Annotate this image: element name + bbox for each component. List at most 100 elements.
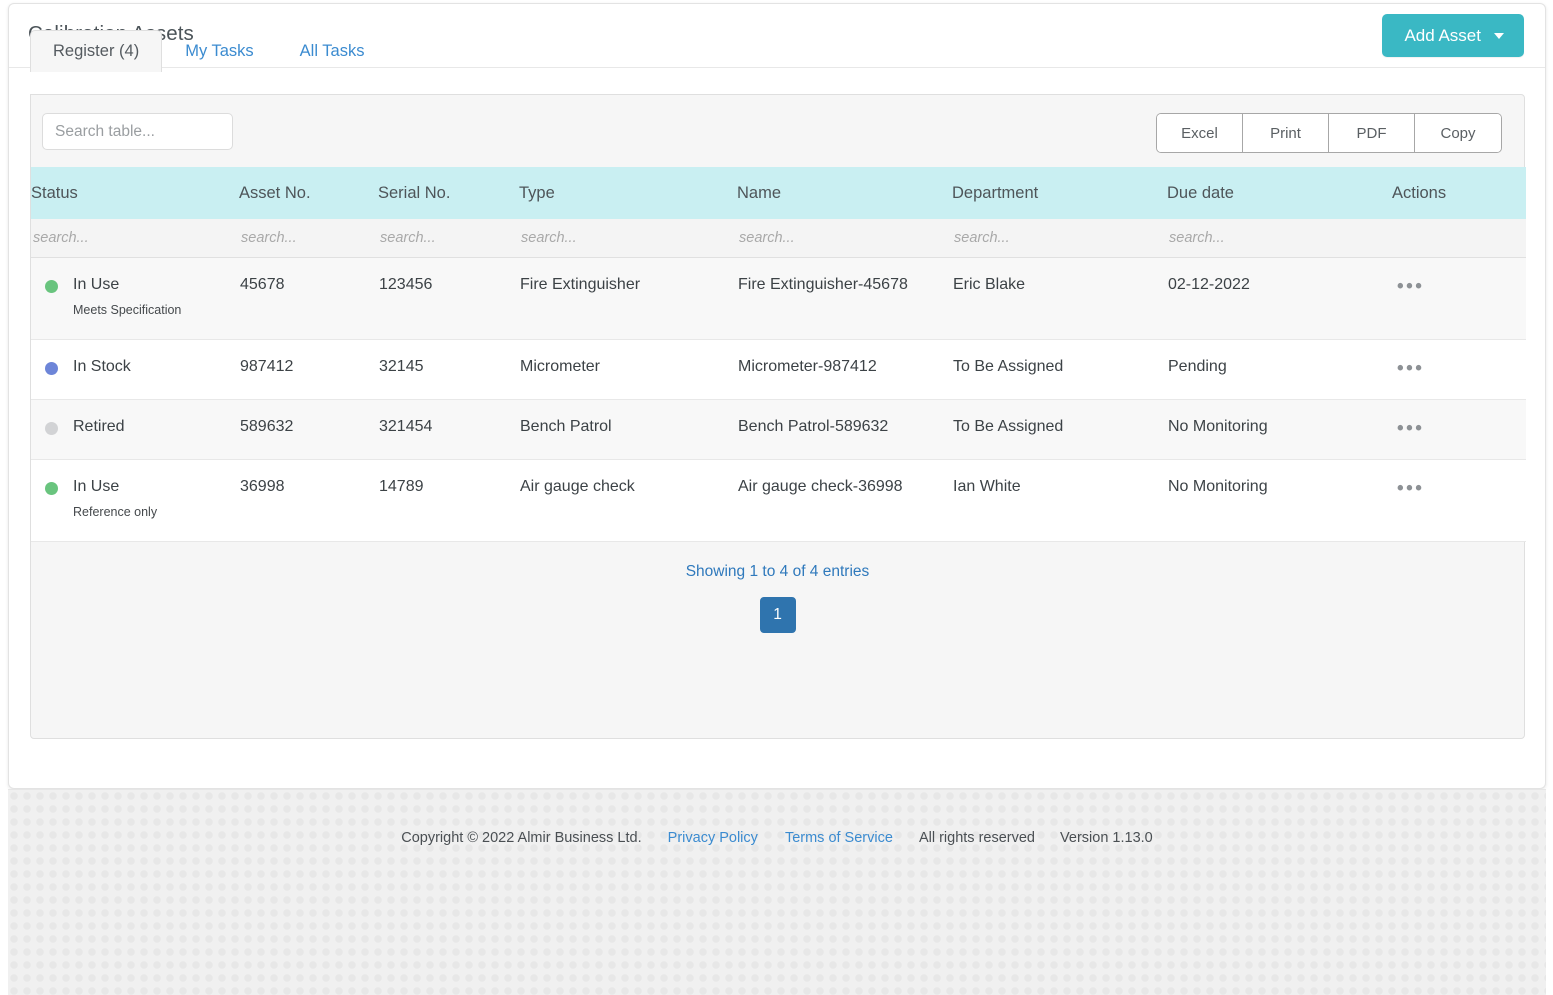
filter-input-name[interactable] — [737, 229, 935, 247]
cell-name: Fire Extinguisher-45678 — [737, 257, 952, 339]
export-button-group: Excel Print PDF Copy — [1156, 113, 1502, 153]
cell-actions: ••• — [1392, 399, 1526, 459]
column-header-serial-no[interactable]: Serial No. — [378, 167, 519, 219]
cell-serial-no: 321454 — [378, 399, 519, 459]
cell-type: Bench Patrol — [519, 399, 737, 459]
column-header-department[interactable]: Department — [952, 167, 1167, 219]
tab-all-tasks-label: All Tasks — [300, 42, 365, 60]
footer-rights: All rights reserved — [919, 830, 1035, 846]
footer-version: Version 1.13.0 — [1060, 830, 1153, 846]
cell-status: Retired — [31, 399, 239, 459]
filter-input-due-date[interactable] — [1167, 229, 1374, 247]
table-header-row: Status Asset No. Serial No. Type Name De… — [31, 167, 1526, 219]
tab-my-tasks-label: My Tasks — [185, 42, 253, 60]
cell-status: In Use Meets Specification — [31, 257, 239, 339]
cell-department: Eric Blake — [952, 257, 1167, 339]
app-card: Calibration Assets Add Asset Register (4… — [8, 3, 1546, 789]
filter-cell-actions — [1392, 219, 1526, 257]
status-sublabel: Reference only — [73, 505, 238, 519]
filter-input-status[interactable] — [31, 229, 222, 247]
table-row[interactable]: In Stock 987412 32145 Micrometer Microme… — [31, 339, 1526, 399]
filter-cell-serial-no — [378, 219, 519, 257]
table-row[interactable]: In Use Reference only 36998 14789 Air ga… — [31, 459, 1526, 541]
status-dot-icon — [45, 422, 58, 435]
cell-due-date: 02-12-2022 — [1167, 257, 1392, 339]
assets-table: Status Asset No. Serial No. Type Name De… — [31, 167, 1526, 542]
filter-cell-department — [952, 219, 1167, 257]
column-header-due-date[interactable]: Due date — [1167, 167, 1392, 219]
table-toolbar: Excel Print PDF Copy — [31, 95, 1524, 167]
export-print-button[interactable]: Print — [1243, 114, 1329, 152]
status-dot-icon — [45, 280, 58, 293]
table-body: In Use Meets Specification 45678 123456 … — [31, 257, 1526, 541]
cell-type: Micrometer — [519, 339, 737, 399]
cell-asset-no: 987412 — [239, 339, 378, 399]
register-panel: Excel Print PDF Copy Status Asset No. Se… — [30, 94, 1525, 739]
cell-name: Micrometer-987412 — [737, 339, 952, 399]
tab-all-tasks[interactable]: All Tasks — [277, 30, 388, 73]
add-asset-label: Add Asset — [1404, 26, 1481, 46]
pagination: 1 — [31, 597, 1524, 633]
cell-actions: ••• — [1392, 257, 1526, 339]
status-dot-icon — [45, 482, 58, 495]
status-label: In Use — [73, 478, 119, 495]
cell-department: To Be Assigned — [952, 339, 1167, 399]
column-header-actions: Actions — [1392, 167, 1526, 219]
status-label: Retired — [73, 418, 125, 435]
cell-department: Ian White — [952, 459, 1167, 541]
row-actions-menu-icon[interactable]: ••• — [1393, 358, 1424, 380]
filter-cell-name — [737, 219, 952, 257]
entries-info: Showing 1 to 4 of 4 entries — [31, 563, 1524, 581]
table-row[interactable]: Retired 589632 321454 Bench Patrol Bench… — [31, 399, 1526, 459]
export-pdf-button[interactable]: PDF — [1329, 114, 1415, 152]
cell-type: Air gauge check — [519, 459, 737, 541]
footer-content: Copyright © 2022 Almir Business Ltd. Pri… — [8, 830, 1546, 846]
row-actions-menu-icon[interactable]: ••• — [1393, 418, 1424, 440]
row-actions-menu-icon[interactable]: ••• — [1393, 276, 1424, 298]
filter-input-serial-no[interactable] — [378, 229, 508, 247]
cell-asset-no: 36998 — [239, 459, 378, 541]
filter-cell-type — [519, 219, 737, 257]
export-excel-button[interactable]: Excel — [1157, 114, 1243, 152]
tab-my-tasks[interactable]: My Tasks — [162, 30, 276, 73]
pagination-page-1[interactable]: 1 — [760, 597, 796, 633]
cell-asset-no: 589632 — [239, 399, 378, 459]
cell-actions: ••• — [1392, 459, 1526, 541]
cell-department: To Be Assigned — [952, 399, 1167, 459]
footer-copyright: Copyright © 2022 Almir Business Ltd. — [401, 830, 641, 846]
export-copy-button[interactable]: Copy — [1415, 114, 1501, 152]
add-asset-button[interactable]: Add Asset — [1382, 14, 1524, 57]
column-header-status[interactable]: Status — [31, 167, 239, 219]
column-header-asset-no[interactable]: Asset No. — [239, 167, 378, 219]
cell-name: Air gauge check-36998 — [737, 459, 952, 541]
cell-serial-no: 123456 — [378, 257, 519, 339]
cell-serial-no: 32145 — [378, 339, 519, 399]
table-row[interactable]: In Use Meets Specification 45678 123456 … — [31, 257, 1526, 339]
tab-register-label: Register (4) — [53, 42, 139, 60]
tab-register[interactable]: Register (4) — [30, 30, 162, 73]
filter-cell-asset-no — [239, 219, 378, 257]
page-root: Calibration Assets Add Asset Register (4… — [0, 0, 1553, 995]
status-sublabel: Meets Specification — [73, 303, 238, 317]
cell-actions: ••• — [1392, 339, 1526, 399]
filter-input-type[interactable] — [519, 229, 720, 247]
filter-cell-due-date — [1167, 219, 1392, 257]
column-header-name[interactable]: Name — [737, 167, 952, 219]
table-footer: Showing 1 to 4 of 4 entries 1 — [31, 542, 1524, 633]
column-header-type[interactable]: Type — [519, 167, 737, 219]
search-input[interactable] — [42, 113, 233, 150]
status-label: In Use — [73, 276, 119, 293]
status-label: In Stock — [73, 358, 131, 375]
site-footer: Copyright © 2022 Almir Business Ltd. Pri… — [8, 789, 1546, 995]
footer-link-terms-of-service[interactable]: Terms of Service — [785, 830, 893, 846]
chevron-down-icon — [1494, 33, 1504, 39]
filter-cell-status — [31, 219, 239, 257]
status-dot-icon — [45, 362, 58, 375]
filter-input-asset-no[interactable] — [239, 229, 367, 247]
footer-link-privacy-policy[interactable]: Privacy Policy — [668, 830, 758, 846]
filter-input-department[interactable] — [952, 229, 1150, 247]
column-filter-row — [31, 219, 1526, 257]
row-actions-menu-icon[interactable]: ••• — [1393, 478, 1424, 500]
cell-status: In Use Reference only — [31, 459, 239, 541]
cell-status: In Stock — [31, 339, 239, 399]
